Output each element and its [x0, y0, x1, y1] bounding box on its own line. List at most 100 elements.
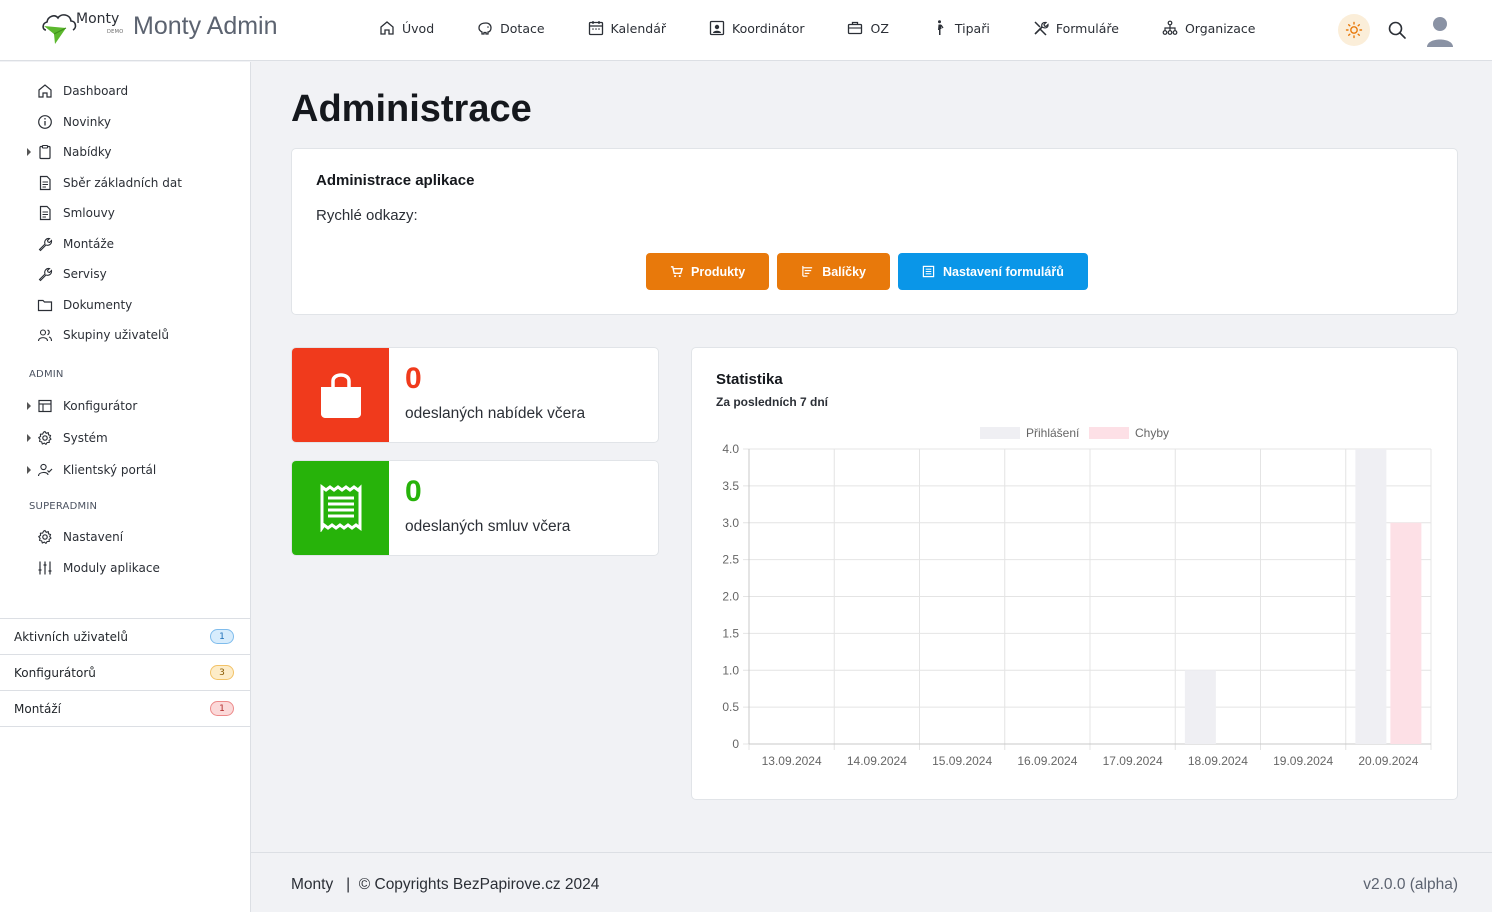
- sidebar-item-skupiny[interactable]: Skupiny uživatelů: [0, 320, 250, 351]
- sidebar-item-label: Moduly aplikace: [63, 561, 160, 575]
- user-silhouette-icon: [1427, 17, 1453, 47]
- main-nav: Úvod Dotace Kalendář Koordinátor OZ Tipa…: [378, 19, 1297, 37]
- x-tick-label: 16.09.2024: [1017, 754, 1077, 768]
- sidebar-item-klientsky-portal[interactable]: Klientský portál: [0, 454, 250, 486]
- nav-tipari[interactable]: Tipaři: [931, 19, 990, 37]
- legend-swatch: [980, 427, 1020, 439]
- org-chart-icon: [1162, 20, 1178, 35]
- app-title[interactable]: Monty Admin: [133, 12, 278, 41]
- admin-card: Administrace aplikace Rychlé odkazy: Pro…: [291, 148, 1458, 315]
- sidebar-item-dashboard[interactable]: Dashboard: [0, 76, 250, 107]
- expand-caret-icon[interactable]: [27, 465, 31, 474]
- nav-koordinator[interactable]: Koordinátor: [708, 19, 804, 37]
- y-tick-label: 3.5: [722, 479, 739, 493]
- sidebar-item-label: Nastavení: [63, 530, 124, 544]
- search-icon: [1388, 21, 1406, 39]
- nav-label: Úvod: [402, 20, 435, 36]
- sidebar-item-label: Dashboard: [63, 84, 129, 99]
- nav-label: Kalendář: [610, 20, 667, 36]
- sidebar-stats: Aktivních uživatelů 1 Konfigurátorů 3 Mo…: [0, 618, 250, 727]
- sidebar-heading-admin: ADMIN: [29, 368, 64, 380]
- expand-caret-icon[interactable]: [27, 433, 31, 442]
- sidebar-item-nastaveni[interactable]: Nastavení: [0, 522, 250, 553]
- sidebar-nav: Dashboard Novinky Nabídky Sběr základníc…: [0, 76, 250, 584]
- stat-active-users[interactable]: Aktivních uživatelů 1: [0, 619, 250, 655]
- sidebar-item-label: Novinky: [63, 114, 111, 129]
- contact-card-icon: [709, 20, 725, 36]
- sidebar-heading-superadmin: SUPERADMIN: [29, 500, 98, 512]
- gear-icon: [38, 430, 52, 445]
- sidebar-item-label: Konfigurátor: [63, 398, 138, 413]
- sidebar-item-smlouvy[interactable]: Smlouvy: [0, 198, 250, 229]
- x-tick-label: 18.09.2024: [1188, 754, 1248, 768]
- sidebar-item-novinky[interactable]: Novinky: [0, 107, 250, 138]
- nav-dotace[interactable]: Dotace: [476, 19, 545, 37]
- stat-installations[interactable]: Montáží 1: [0, 691, 250, 727]
- kpi-label: odeslaných nabídek včera: [405, 405, 586, 422]
- nav-label: Koordinátor: [732, 20, 805, 36]
- user-avatar[interactable]: [1424, 13, 1456, 47]
- sidebar-item-moduly[interactable]: Moduly aplikace: [0, 553, 250, 584]
- kpi-icon-box: [292, 348, 389, 442]
- cart-icon: [670, 266, 683, 278]
- search-button[interactable]: [1382, 15, 1412, 45]
- piggy-bank-icon: [478, 22, 492, 35]
- sun-icon: [1345, 21, 1363, 39]
- theme-toggle-button[interactable]: [1338, 14, 1370, 46]
- x-tick-label: 14.09.2024: [847, 754, 907, 768]
- shopping-bag-icon: [320, 373, 361, 418]
- sidebar-item-label: Smlouvy: [63, 206, 115, 221]
- y-tick-label: 4.0: [722, 442, 739, 456]
- nav-kalendar[interactable]: Kalendář: [587, 19, 666, 37]
- legend-label: Přihlášení: [1026, 426, 1080, 440]
- y-tick-label: 2.0: [722, 590, 739, 604]
- nav-organizace[interactable]: Organizace: [1161, 19, 1255, 37]
- nav-label: Tipaři: [954, 20, 990, 36]
- sidebar-item-label: Skupiny uživatelů: [63, 328, 169, 343]
- sidebar-item-label: Montáže: [63, 236, 115, 251]
- nav-oz[interactable]: OZ: [846, 19, 889, 37]
- sidebar-item-sber-dat[interactable]: Sběr základních dat: [0, 168, 250, 199]
- stat-configurators[interactable]: Konfigurátorů 3: [0, 655, 250, 691]
- briefcase-icon: [848, 21, 863, 35]
- sidebar-item-konfigurator[interactable]: Konfigurátor: [0, 390, 250, 422]
- bar-logins: [1355, 449, 1387, 744]
- button-label: Balíčky: [822, 264, 866, 279]
- kpi-contracts[interactable]: 0 odeslaných smluv včera: [291, 460, 659, 556]
- logo-demo-tag: DEMO: [107, 29, 124, 35]
- wrench-icon: [38, 237, 53, 252]
- user-check-icon: [37, 463, 53, 476]
- nav-uvod[interactable]: Úvod: [378, 19, 434, 37]
- top-actions: [1338, 13, 1456, 47]
- home-icon: [38, 84, 52, 98]
- clipboard-icon: [39, 145, 51, 160]
- count-badge: 3: [210, 665, 234, 680]
- x-tick-label: 17.09.2024: [1103, 754, 1163, 768]
- produkty-button[interactable]: Produkty: [646, 253, 770, 290]
- y-tick-label: 3.0: [722, 516, 739, 530]
- nav-formulare[interactable]: Formuláře: [1032, 19, 1119, 37]
- footer: Monty | © Copyrights BezPapirove.cz 2024…: [251, 852, 1492, 912]
- expand-caret-icon[interactable]: [27, 401, 31, 410]
- sidebar-item-label: Nabídky: [63, 145, 112, 160]
- sidebar-item-servisy[interactable]: Servisy: [0, 259, 250, 290]
- button-label: Produkty: [691, 264, 746, 279]
- nastaveni-formularu-button[interactable]: Nastavení formulářů: [897, 253, 1088, 290]
- statistics-card: Statistika Za posledních 7 dní 0 0.5 1.0 1.…: [691, 347, 1458, 800]
- x-tick-label: 13.09.2024: [762, 754, 822, 768]
- stat-label: Aktivních uživatelů: [14, 629, 128, 644]
- sidebar-item-label: Dokumenty: [63, 297, 133, 312]
- sidebar-item-nabidky[interactable]: Nabídky: [0, 137, 250, 168]
- kpi-value: 0: [405, 475, 422, 508]
- receipt-icon: [320, 484, 361, 532]
- balicky-button[interactable]: Balíčky: [777, 253, 890, 290]
- sidebar-item-montaze[interactable]: Montáže: [0, 229, 250, 260]
- expand-caret-icon[interactable]: [27, 148, 31, 157]
- quick-links-label: Rychlé odkazy:: [316, 207, 418, 224]
- folder-icon: [37, 299, 53, 311]
- sidebar-item-system[interactable]: Systém: [0, 422, 250, 454]
- kpi-offers[interactable]: 0 odeslaných nabídek včera: [291, 347, 659, 443]
- count-badge: 1: [210, 701, 234, 716]
- bar-chart: 0 0.5 1.0 1.5 2.0 2.5 3.0 3.5 4.0 13.09.2024 14.09…: [722, 426, 1432, 768]
- sidebar-item-dokumenty[interactable]: Dokumenty: [0, 290, 250, 321]
